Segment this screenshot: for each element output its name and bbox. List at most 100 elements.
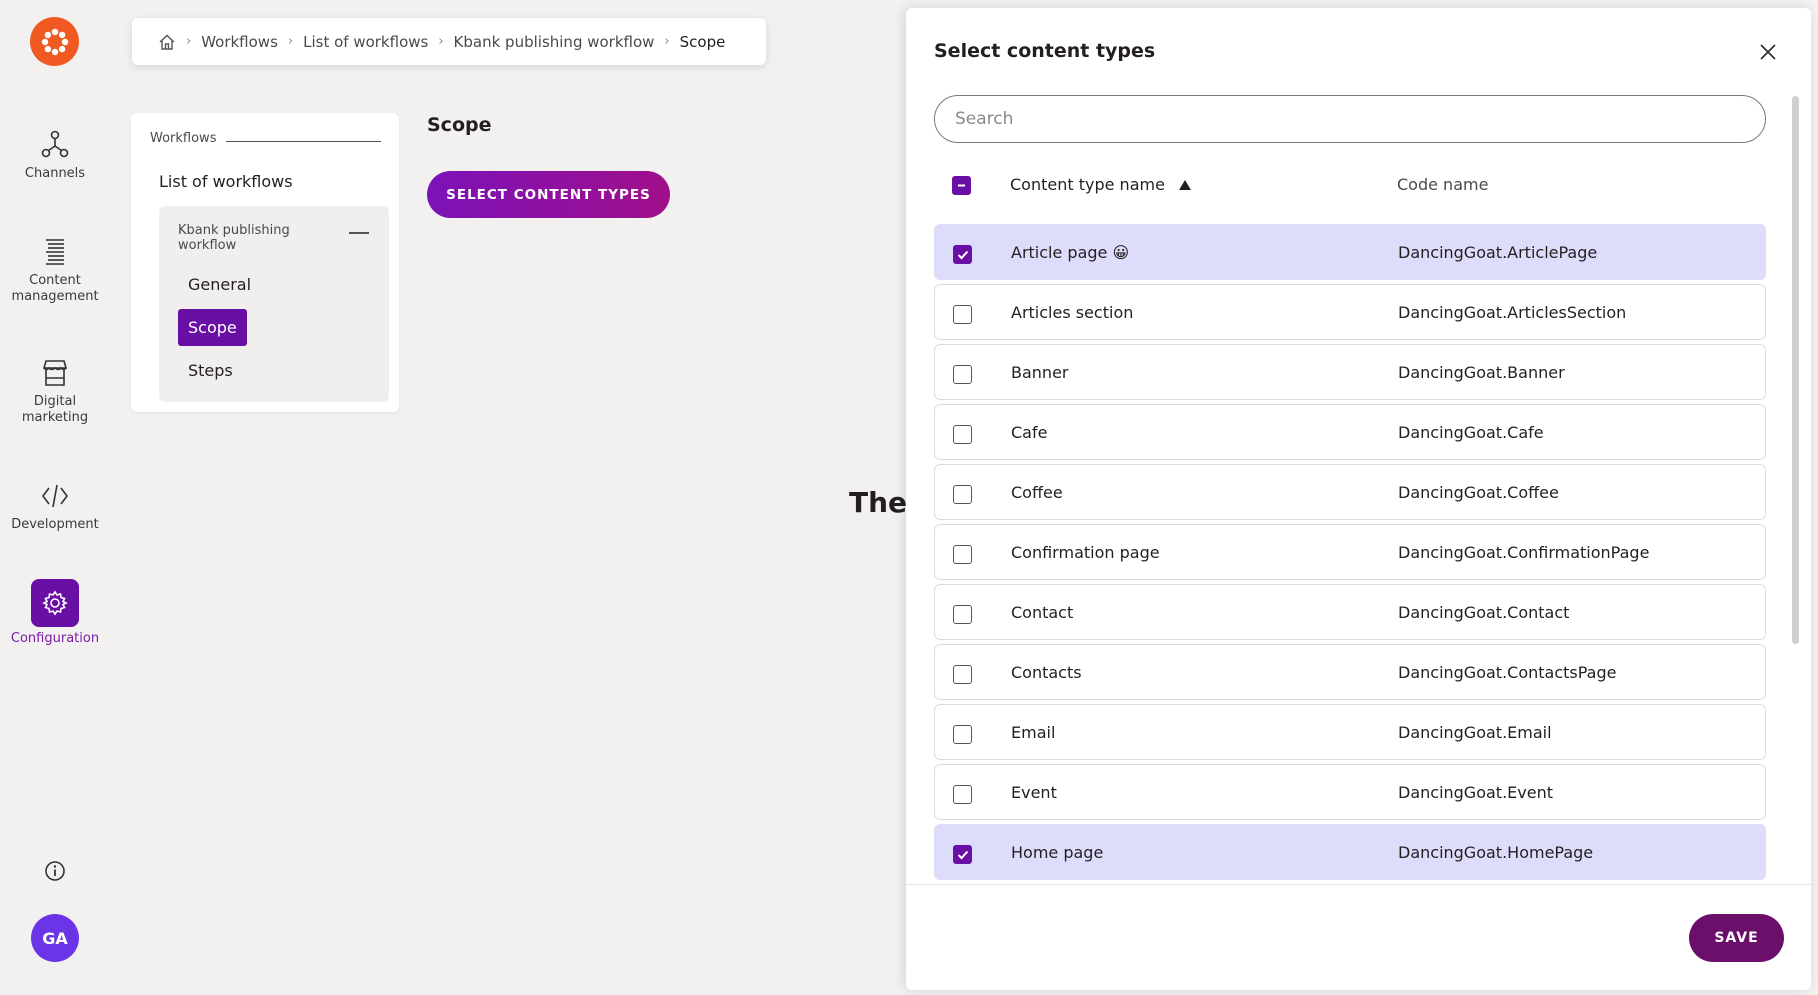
user-avatar[interactable]: GA bbox=[31, 914, 79, 962]
table-row[interactable]: Cafe DancingGoat.Cafe bbox=[934, 404, 1766, 460]
table-row[interactable]: Contacts DancingGoat.ContactsPage bbox=[934, 644, 1766, 700]
row-checkbox[interactable] bbox=[953, 605, 972, 624]
search-input[interactable] bbox=[934, 95, 1766, 143]
chevron-right-icon: › bbox=[287, 34, 294, 49]
content-type-name-text: Article page bbox=[1011, 243, 1108, 262]
row-checkbox[interactable] bbox=[953, 785, 972, 804]
subnav-group-title: Kbank publishing workflow bbox=[178, 223, 290, 253]
row-checkbox[interactable] bbox=[953, 665, 972, 684]
row-checkbox[interactable] bbox=[953, 545, 972, 564]
channels-icon bbox=[41, 130, 69, 158]
content-type-name-text: Cafe bbox=[1011, 423, 1048, 442]
content-type-code: DancingGoat.Coffee bbox=[1398, 483, 1559, 502]
nav-configuration[interactable]: Configuration bbox=[0, 579, 110, 647]
collapse-icon[interactable] bbox=[349, 232, 369, 234]
select-content-types-button[interactable]: SELECT CONTENT TYPES bbox=[427, 171, 670, 218]
column-header-name-label: Content type name bbox=[1010, 175, 1165, 194]
content-type-name-text: Articles section bbox=[1011, 303, 1134, 322]
nav-development-label: Development bbox=[11, 517, 99, 532]
row-checkbox[interactable] bbox=[953, 485, 972, 504]
chevron-right-icon: › bbox=[664, 34, 670, 49]
content-type-name-text: Event bbox=[1011, 783, 1057, 802]
table-header: Content type name Code name bbox=[934, 168, 1766, 202]
emoji-icon: 😀 bbox=[1112, 243, 1130, 262]
column-header-name[interactable]: Content type name bbox=[1010, 175, 1192, 194]
row-checkbox[interactable] bbox=[953, 425, 972, 444]
checkmark-icon bbox=[957, 250, 968, 259]
row-checkbox[interactable] bbox=[953, 725, 972, 744]
configuration-active-tile bbox=[31, 579, 79, 627]
content-type-list: Article page 😀 DancingGoat.ArticlePage Art… bbox=[934, 224, 1766, 884]
sort-ascending-icon bbox=[1179, 180, 1192, 190]
indeterminate-icon bbox=[958, 184, 965, 187]
content-type-name-text: Contact bbox=[1011, 603, 1074, 622]
content-type-name-text: Confirmation page bbox=[1011, 543, 1160, 562]
content-type-name: Email bbox=[1011, 723, 1055, 742]
home-icon[interactable] bbox=[158, 33, 176, 51]
row-checkbox[interactable] bbox=[953, 845, 972, 864]
content-type-name: Confirmation page bbox=[1011, 543, 1160, 562]
info-icon[interactable] bbox=[43, 859, 67, 883]
subnav-divider bbox=[226, 141, 381, 142]
breadcrumb-workflows[interactable]: Workflows bbox=[201, 33, 278, 51]
select-all-checkbox[interactable] bbox=[952, 176, 971, 195]
subnav-item-scope[interactable]: Scope bbox=[178, 309, 247, 346]
subnav-workflow-group: Kbank publishing workflow General Scope … bbox=[159, 206, 389, 402]
nav-digital-marketing-label: Digital marketing bbox=[21, 394, 89, 425]
subnav-list-of-workflows[interactable]: List of workflows bbox=[159, 172, 293, 191]
table-row[interactable]: Articles section DancingGoat.ArticlesSect… bbox=[934, 284, 1766, 340]
dialog-title: Select content types bbox=[934, 40, 1156, 62]
subnav-item-steps[interactable]: Steps bbox=[178, 352, 243, 389]
nav-content-management-label: Content management bbox=[11, 273, 99, 304]
table-row[interactable]: Article page 😀 DancingGoat.ArticlePage bbox=[934, 224, 1766, 280]
content-type-name-text: Contacts bbox=[1011, 663, 1082, 682]
content-type-name-text: Coffee bbox=[1011, 483, 1063, 502]
digital-marketing-icon bbox=[42, 360, 68, 386]
table-row[interactable]: Email DancingGoat.Email bbox=[934, 704, 1766, 760]
table-row[interactable]: Coffee DancingGoat.Coffee bbox=[934, 464, 1766, 520]
row-checkbox[interactable] bbox=[953, 365, 972, 384]
content-type-code: DancingGoat.HomePage bbox=[1398, 843, 1594, 862]
table-row[interactable]: Banner DancingGoat.Banner bbox=[934, 344, 1766, 400]
row-checkbox[interactable] bbox=[953, 245, 972, 264]
content-type-code: DancingGoat.ConfirmationPage bbox=[1398, 543, 1650, 562]
close-icon[interactable] bbox=[1756, 40, 1780, 64]
nav-development[interactable]: Development bbox=[0, 479, 110, 533]
content-management-icon bbox=[46, 239, 64, 265]
nav-channels[interactable]: Channels bbox=[0, 128, 110, 182]
left-nav-rail: Channels Content management Digital mark… bbox=[0, 0, 110, 995]
breadcrumb-workflow[interactable]: Kbank publishing workflow bbox=[454, 33, 655, 51]
page-title: Scope bbox=[427, 114, 492, 136]
content-type-name: Contact bbox=[1011, 603, 1073, 622]
content-type-code: DancingGoat.Contact bbox=[1398, 603, 1570, 622]
breadcrumb-current: Scope bbox=[679, 32, 726, 51]
content-type-code: DancingGoat.ContactsPage bbox=[1398, 663, 1617, 682]
table-row[interactable]: Contact DancingGoat.Contact bbox=[934, 584, 1766, 640]
nav-content-management[interactable]: Content management bbox=[0, 235, 110, 305]
table-row[interactable]: Confirmation page DancingGoat.Confirmatio… bbox=[934, 524, 1766, 580]
content-type-code: DancingGoat.ArticlePage bbox=[1398, 243, 1598, 262]
checkmark-icon bbox=[957, 850, 968, 859]
content-type-name: Article page 😀 bbox=[1011, 243, 1129, 262]
logo-icon bbox=[41, 28, 68, 55]
subnav-item-general[interactable]: General bbox=[178, 266, 261, 303]
subnav-heading: Workflows bbox=[150, 131, 217, 146]
nav-digital-marketing[interactable]: Digital marketing bbox=[0, 356, 110, 426]
table-row[interactable]: Event DancingGoat.Event bbox=[934, 764, 1766, 820]
table-row[interactable]: Home page DancingGoat.HomePage bbox=[934, 824, 1766, 880]
scrollbar[interactable] bbox=[1792, 96, 1799, 644]
breadcrumb: › Workflows › List of workflows › Kbank … bbox=[132, 18, 766, 65]
content-type-code: DancingGoat.Banner bbox=[1398, 363, 1565, 382]
breadcrumb-list-of-workflows[interactable]: List of workflows bbox=[303, 33, 428, 51]
column-header-code[interactable]: Code name bbox=[1397, 175, 1488, 194]
footer-divider bbox=[906, 884, 1811, 885]
empty-state-text: Ther bbox=[849, 486, 911, 519]
xperience-logo[interactable] bbox=[30, 17, 79, 66]
nav-channels-label: Channels bbox=[24, 166, 86, 181]
save-button[interactable]: SAVE bbox=[1689, 914, 1784, 962]
content-type-name: Home page bbox=[1011, 843, 1103, 862]
content-type-name: Event bbox=[1011, 783, 1057, 802]
content-type-name: Cafe bbox=[1011, 423, 1047, 442]
content-type-name: Banner bbox=[1011, 363, 1068, 382]
row-checkbox[interactable] bbox=[953, 305, 972, 324]
